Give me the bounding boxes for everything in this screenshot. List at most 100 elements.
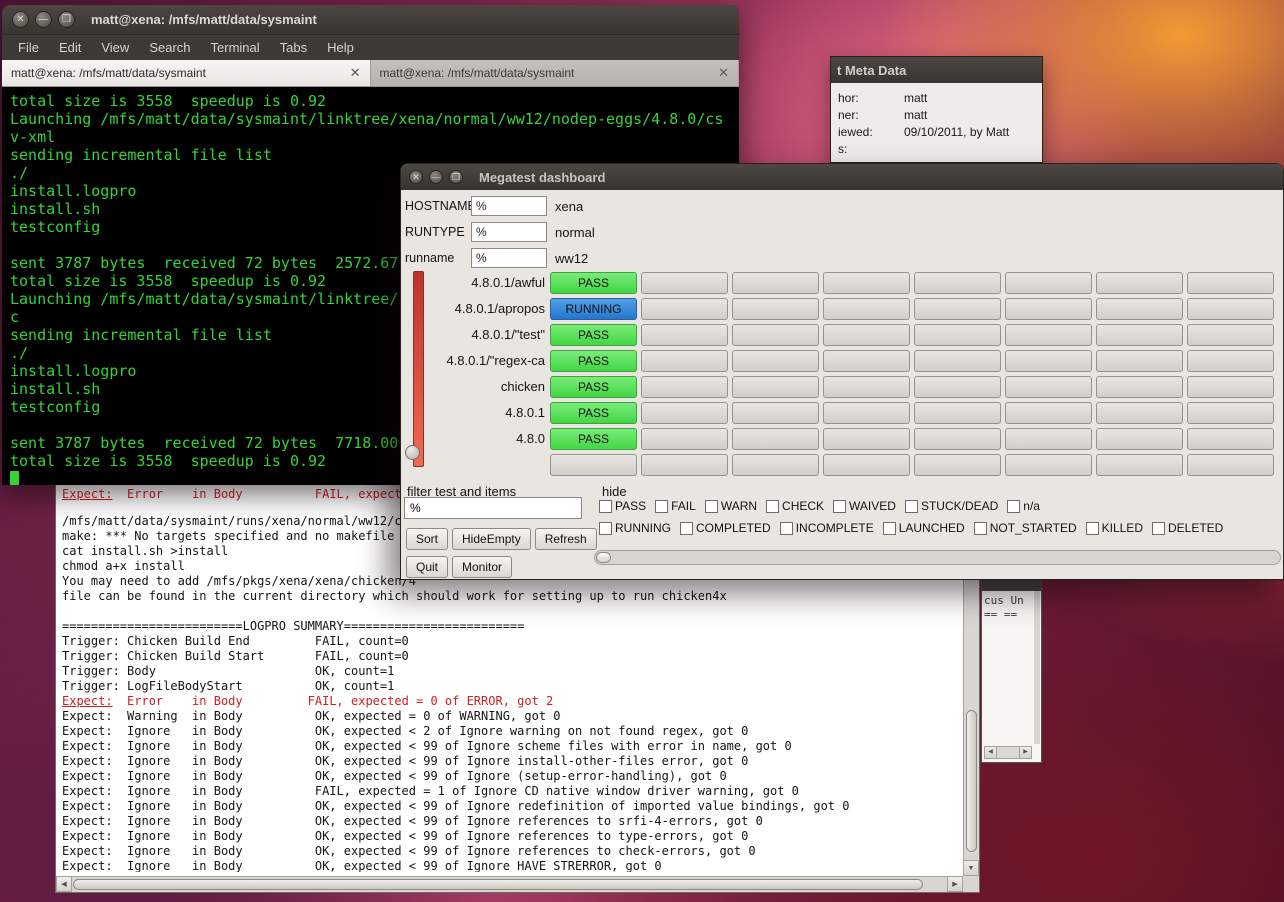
cell-button[interactable]: [914, 454, 1001, 476]
hide-toggle[interactable]: KILLED: [1086, 521, 1143, 535]
cell-button[interactable]: [914, 350, 1001, 372]
field-input[interactable]: [471, 248, 547, 268]
cell-button[interactable]: [1187, 454, 1274, 476]
maximize-button[interactable]: ❒: [449, 170, 463, 184]
hide-toggle[interactable]: INCOMPLETE: [780, 521, 874, 535]
terminal-tab-active[interactable]: matt@xena: /mfs/matt/data/sysmaint ✕: [2, 60, 371, 86]
checkbox[interactable]: [1007, 500, 1020, 513]
cell-button[interactable]: [914, 428, 1001, 450]
maximize-button[interactable]: ❒: [58, 11, 75, 28]
cell-button[interactable]: [1005, 376, 1092, 398]
close-button[interactable]: ✕: [409, 170, 423, 184]
cell-button[interactable]: [1187, 376, 1274, 398]
tab-close-button[interactable]: ✕: [350, 65, 361, 81]
cell-button[interactable]: [823, 428, 910, 450]
cell-button[interactable]: [641, 376, 728, 398]
scrollbar-thumb[interactable]: [966, 710, 977, 852]
checkbox[interactable]: [780, 522, 793, 535]
cell-button[interactable]: [732, 272, 819, 294]
cell-button[interactable]: [1096, 428, 1183, 450]
hide-toggle[interactable]: CHECK: [766, 499, 824, 513]
horizontal-scrollbar[interactable]: ◀ ▶: [56, 876, 963, 892]
cell-button[interactable]: [1005, 350, 1092, 372]
dashboard-titlebar[interactable]: ✕ — ❒ Megatest dashboard: [401, 164, 1283, 190]
cell-button[interactable]: [641, 272, 728, 294]
cell-button[interactable]: [732, 324, 819, 346]
cell-button[interactable]: [732, 402, 819, 424]
down-arrow-icon[interactable]: ▼: [963, 860, 979, 876]
cell-button[interactable]: [1096, 350, 1183, 372]
cell-button[interactable]: [641, 324, 728, 346]
cell-button[interactable]: [823, 402, 910, 424]
cell-button[interactable]: [914, 324, 1001, 346]
checkbox[interactable]: [833, 500, 846, 513]
left-arrow-icon[interactable]: ◀: [56, 876, 72, 892]
cell-button[interactable]: [732, 298, 819, 320]
test-status-button[interactable]: [550, 454, 637, 476]
terminal-tab-inactive[interactable]: matt@xena: /mfs/matt/data/sysmaint ✕: [371, 60, 740, 86]
menu-item[interactable]: Edit: [49, 40, 91, 55]
cell-button[interactable]: [1005, 298, 1092, 320]
checkbox[interactable]: [974, 522, 987, 535]
menu-item[interactable]: Help: [317, 40, 364, 55]
menu-item[interactable]: View: [91, 40, 139, 55]
cell-button[interactable]: [732, 376, 819, 398]
cell-button[interactable]: [1187, 402, 1274, 424]
checkbox[interactable]: [655, 500, 668, 513]
minimize-button[interactable]: —: [429, 170, 443, 184]
menu-item[interactable]: Search: [139, 40, 200, 55]
menu-item[interactable]: Tabs: [270, 40, 317, 55]
checkbox[interactable]: [680, 522, 693, 535]
run-slider-track[interactable]: [413, 271, 424, 467]
left-arrow-icon[interactable]: ◀: [985, 747, 997, 758]
cell-button[interactable]: [1005, 454, 1092, 476]
checkbox[interactable]: [599, 522, 612, 535]
checkbox[interactable]: [905, 500, 918, 513]
cell-button[interactable]: [1005, 324, 1092, 346]
cell-button[interactable]: [1187, 428, 1274, 450]
cell-button[interactable]: [641, 454, 728, 476]
cell-button[interactable]: [823, 376, 910, 398]
hide-toggle[interactable]: COMPLETED: [680, 521, 771, 535]
checkbox[interactable]: [1152, 522, 1165, 535]
cell-button[interactable]: [641, 428, 728, 450]
action-button[interactable]: Monitor: [452, 556, 512, 578]
cell-button[interactable]: [1005, 272, 1092, 294]
hide-toggle[interactable]: n/a: [1007, 499, 1040, 513]
cell-button[interactable]: [1005, 402, 1092, 424]
cell-button[interactable]: [1096, 376, 1183, 398]
checkbox[interactable]: [766, 500, 779, 513]
test-status-button[interactable]: PASS: [550, 376, 637, 398]
menu-item[interactable]: Terminal: [201, 40, 270, 55]
cell-button[interactable]: [823, 298, 910, 320]
cell-button[interactable]: [1096, 454, 1183, 476]
test-status-button[interactable]: RUNNING: [550, 298, 637, 320]
test-status-button[interactable]: PASS: [550, 350, 637, 372]
action-button[interactable]: Quit: [406, 556, 448, 578]
checkbox[interactable]: [883, 522, 896, 535]
cell-button[interactable]: [1187, 298, 1274, 320]
slider-knob[interactable]: [405, 445, 420, 460]
cell-button[interactable]: [1187, 350, 1274, 372]
hide-toggle[interactable]: FAIL: [655, 499, 696, 513]
test-status-button[interactable]: PASS: [550, 324, 637, 346]
cell-button[interactable]: [1096, 402, 1183, 424]
tab-close-button[interactable]: ✕: [718, 65, 729, 81]
cell-button[interactable]: [823, 350, 910, 372]
terminal-titlebar[interactable]: ✕ — ❒ matt@xena: /mfs/matt/data/sysmaint: [2, 5, 739, 35]
scrollbar-thumb[interactable]: [596, 552, 611, 563]
cell-button[interactable]: [732, 454, 819, 476]
hide-toggle[interactable]: PASS: [599, 499, 646, 513]
cell-button[interactable]: [732, 350, 819, 372]
cell-button[interactable]: [1096, 324, 1183, 346]
field-input[interactable]: [471, 196, 547, 216]
cell-button[interactable]: [1096, 272, 1183, 294]
cell-button[interactable]: [1187, 272, 1274, 294]
cell-button[interactable]: [641, 350, 728, 372]
checkbox[interactable]: [1086, 522, 1099, 535]
checkbox[interactable]: [599, 500, 612, 513]
checkbox[interactable]: [705, 500, 718, 513]
filter-input[interactable]: [404, 497, 582, 519]
action-button[interactable]: Sort: [406, 528, 448, 550]
cell-button[interactable]: [823, 454, 910, 476]
